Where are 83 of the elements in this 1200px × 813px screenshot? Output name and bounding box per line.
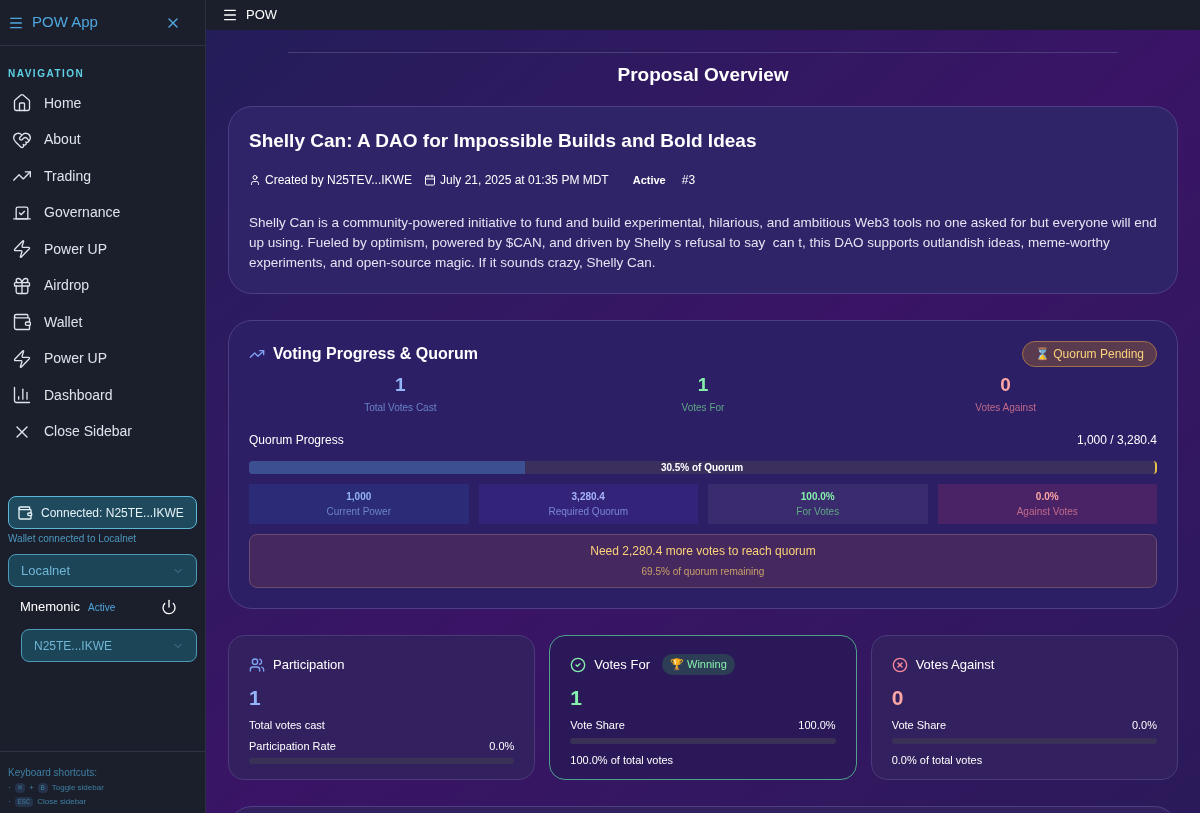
topbar-title: POW	[246, 6, 278, 25]
stat-value: 1	[697, 373, 709, 397]
calendar-icon	[423, 174, 436, 186]
bar-chart-icon	[12, 385, 32, 406]
wallet-button[interactable]: Connected: N25TE...IKWE	[8, 496, 197, 529]
nav-item[interactable]: Home	[0, 85, 205, 122]
quorum-bar-label: 30.5% of Quorum	[659, 460, 745, 474]
account-select[interactable]: N25TE...IKWE	[21, 629, 197, 662]
mnemonic-label: Mnemonic	[20, 598, 80, 617]
nav-item[interactable]: About	[0, 121, 205, 158]
card-value: 1	[249, 684, 261, 711]
stat-label: Votes Against	[975, 400, 1036, 415]
nav-item[interactable]: Airdrop	[0, 267, 205, 304]
people-icon	[249, 656, 265, 673]
nav-item[interactable]: Dashboard	[0, 377, 205, 414]
card-footer: 0.0% of total votes	[891, 751, 983, 768]
mnemonic-status: Active	[87, 600, 116, 615]
section-label: NAVIGATION	[8, 67, 85, 81]
tile-value: 0.0%	[1035, 489, 1059, 504]
home-icon	[12, 93, 32, 114]
card-value: 0	[891, 684, 904, 711]
stat-value: 1	[395, 373, 406, 397]
user-icon	[249, 174, 261, 186]
card-caption: Total votes cast	[249, 718, 325, 733]
stat-value: 0	[1000, 373, 1011, 397]
bar-reading: 100.0%	[798, 718, 836, 733]
tile-label: Against Votes	[1016, 504, 1078, 519]
nav-item[interactable]: Trading	[0, 158, 205, 195]
lightning-icon	[12, 348, 32, 369]
gift-icon	[12, 275, 32, 296]
app-title: POW App	[32, 12, 98, 33]
shortcuts-title: Keyboard shortcuts:	[8, 766, 98, 780]
nav-item[interactable]: Wallet	[0, 304, 205, 341]
wallet-icon	[17, 504, 33, 521]
x-circle-icon	[891, 656, 908, 673]
card-footer: 100.0% of total votes	[570, 751, 674, 768]
status-label: Active	[632, 172, 666, 188]
plus-sign: +	[28, 782, 34, 794]
proposal-title: Shelly Can: A DAO for Impossible Builds and Bold Ideas	[249, 128, 758, 153]
notice-subtitle: 69.5% of quorum remaining	[641, 565, 765, 579]
shortcut-label: Close sidebar	[37, 796, 87, 808]
bar-reading: 0.0%	[489, 738, 515, 754]
page-title: Proposal Overview	[617, 63, 789, 87]
section-title: Voting Progress & Quorum	[273, 344, 479, 364]
quorum-reading: 1,000 / 3,280.4	[1076, 431, 1157, 449]
check-circle-icon	[570, 656, 587, 673]
tile-label: Current Power	[326, 504, 391, 519]
nav-item[interactable]: Close Sidebar	[0, 413, 205, 450]
wallet-icon	[12, 312, 32, 333]
quorum-badge: ⌛ Quorum Pending	[1021, 341, 1157, 367]
bar-label: Participation Rate	[249, 738, 336, 754]
stat-label: Votes For	[681, 400, 725, 415]
date-text: July 21, 2025 at 01:35 PM MDT	[439, 172, 609, 189]
tile-value: 100.0%	[800, 489, 835, 504]
nav-item[interactable]: Power UP	[0, 340, 205, 377]
tile-label: Required Quorum	[548, 504, 628, 519]
notice-title: Need 2,280.4 more votes to reach quorum	[590, 543, 816, 560]
tile-label: For Votes	[796, 504, 840, 519]
bar-label: Vote Share	[570, 718, 625, 733]
nav-item[interactable]: Power UP	[0, 231, 205, 268]
card-title: Participation	[273, 655, 345, 674]
menu-icon[interactable]	[222, 7, 238, 23]
power-icon[interactable]	[161, 599, 177, 615]
bullet: ·	[8, 796, 11, 808]
bar-reading: 0.0%	[1131, 718, 1157, 733]
tile-value: 3,280.4	[571, 489, 605, 504]
nav-item[interactable]: Governance	[0, 194, 205, 231]
network-select[interactable]: Localnet	[8, 554, 197, 587]
shortcut-label: Toggle sidebar	[51, 782, 104, 794]
card-value: 1	[570, 684, 582, 711]
proposal-description: Shelly Can is a community-powered initiative to fund and build experimental, hilarious, and ambitious Web3 tools no one asked for but everyone will end up using. Fueled by optimism, powered by $CAN, and driven by Shelly s refusal to say can t, this DAO supports outlandish ideas, meme-worthy experiments, and open-source magic. If it sounds crazy, Shelly Can.	[249, 214, 1157, 272]
card-title: Votes For	[594, 655, 650, 674]
wallet-status: Wallet connected to Localnet	[8, 532, 137, 546]
lightning-icon	[12, 239, 32, 260]
bullet: ·	[8, 782, 11, 794]
tile-value: 1,000	[346, 489, 372, 504]
proposal-number: #3	[681, 172, 696, 189]
card-title: Votes Against	[915, 655, 995, 674]
stat-label: Total Votes Cast	[364, 400, 437, 415]
creator-text: Created by N25TEV...IKWE	[265, 172, 412, 189]
winning-badge: 🏆 Winning	[661, 654, 735, 675]
bar-label: Vote Share	[891, 718, 947, 733]
quorum-label: Quorum Progress	[249, 431, 344, 449]
